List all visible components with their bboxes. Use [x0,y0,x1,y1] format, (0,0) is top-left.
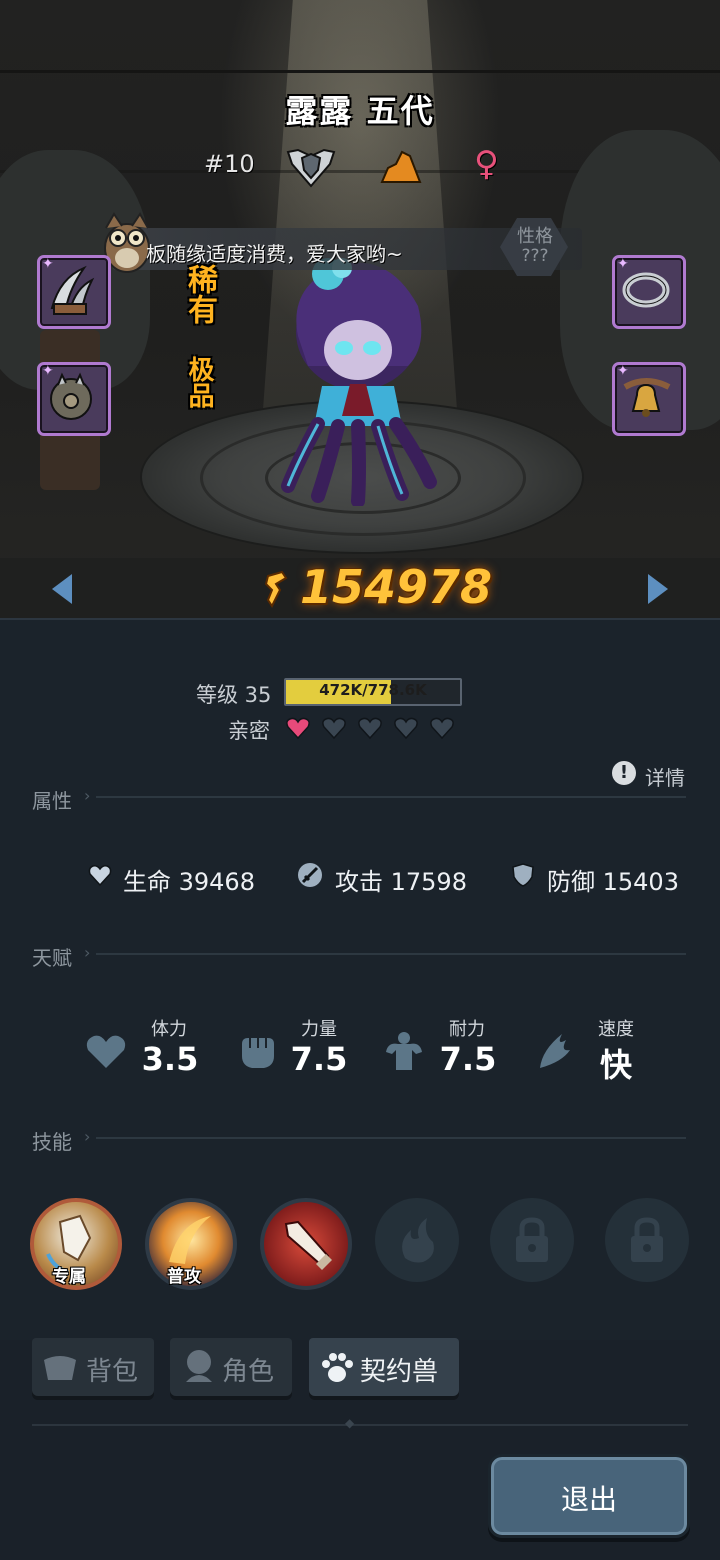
equip-slot-claw[interactable]: ✦ [37,255,111,329]
lock-icon [516,1217,548,1262]
wall-beam [0,70,720,73]
talent-label: 速度 [598,1019,634,1040]
sparkle-icon: ✦ [617,256,629,272]
character-head-icon [186,1350,212,1382]
exit-button-label: 退出 [560,1483,617,1516]
level-label: 等级 35 [196,683,272,707]
quality-label: 极品 [184,356,214,408]
heart-filled-icon [286,717,310,740]
tab-character-label: 角色 [222,1357,275,1387]
bottom-divider [32,1424,688,1426]
endurance-body-icon [386,1032,422,1070]
personality-value: ??? [521,246,549,266]
paw-icon [322,1353,353,1382]
heart-empty-icon [394,717,418,740]
strength-fist-icon [242,1038,274,1068]
chat-message: 板随缘适度消费，爱大家哟~ [146,242,403,266]
attributes-section-title: 属性 [32,789,72,813]
sparkle-icon: ✦ [617,363,629,379]
skills-section-title: 技能 [32,1130,72,1154]
talent-label: 体力 [151,1019,187,1040]
equip-slot-bell[interactable]: ✦ [612,362,686,436]
exclusive-skill-tag: 专属 [52,1267,86,1287]
heart-empty-icon [322,717,346,740]
talent-label: 耐力 [449,1019,485,1040]
talent-value: 7.5 [439,1040,497,1078]
personality-label: 性格 [517,226,553,247]
character-name: 露露 五代 [285,92,435,130]
skill-slot-locked[interactable] [605,1198,689,1282]
equip-slot-ring[interactable]: ✦ [612,255,686,329]
equip-slot-armor[interactable]: ✦ [37,362,111,436]
bag-icon [44,1356,76,1380]
flame-icon [402,1218,434,1263]
chevron-right-icon: › [84,1127,91,1146]
combat-power-icon [264,570,288,608]
talent-value: 快 [599,1046,632,1084]
talent-label: 力量 [301,1019,337,1040]
intimacy-label: 亲密 [228,719,270,743]
rarity-label: 稀有 [182,264,217,324]
tab-bag-label: 背包 [86,1357,139,1387]
tab-pet-label: 契约兽 [360,1357,439,1387]
skill-slot-locked[interactable] [490,1198,574,1282]
shield-badge-icon[interactable] [286,146,336,188]
hp-heart-icon [88,865,112,887]
hp-stat: 生命 39468 [123,868,255,896]
skill-sword-strike[interactable] [260,1198,352,1290]
talents-section-title: 天赋 [32,946,72,970]
xp-text: 472K/778.6K [319,681,427,699]
lock-icon [631,1217,663,1262]
sparkle-icon: ✦ [42,256,54,272]
chevron-right-icon: › [84,786,91,805]
talent-value: 7.5 [290,1040,348,1078]
chevron-right-icon: › [84,943,91,962]
talent-value: 3.5 [141,1040,199,1078]
stamina-heart-icon [86,1035,126,1068]
section-divider [96,1137,686,1139]
heart-empty-icon [430,717,454,740]
detail-link[interactable]: 详情 [645,762,685,791]
sword-skill-icon [284,1220,332,1270]
speed-wing-icon [540,1034,570,1068]
next-character-arrow[interactable] [648,574,668,604]
combat-power-value: 154978 [300,560,493,614]
attack-stat: 攻击 17598 [335,868,467,896]
normal-attack-tag: 普攻 [167,1267,201,1287]
section-divider [96,796,686,798]
skill-locked-flame[interactable] [375,1198,459,1282]
divider-ornament-icon: ◆ [345,1416,355,1430]
section-divider [96,953,686,955]
attack-sword-icon [298,863,322,887]
heart-empty-icon [358,717,382,740]
sparkle-icon: ✦ [42,363,54,379]
prev-character-arrow[interactable] [52,574,72,604]
defense-shield-icon [512,863,534,887]
defense-stat: 防御 15403 [547,868,679,896]
info-icon[interactable]: ! [612,761,636,785]
terrain-icon[interactable] [380,150,422,184]
character-sprite [281,258,437,506]
gender-female-icon: ♀ [474,144,499,184]
rank-number: #10 [204,150,255,178]
